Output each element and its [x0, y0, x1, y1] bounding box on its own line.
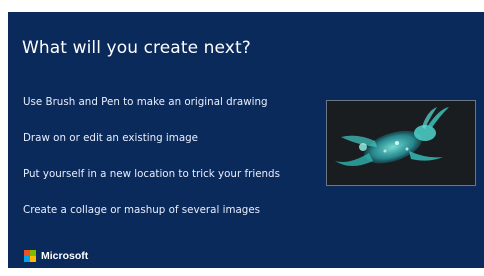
running-rabbit-icon [327, 101, 475, 185]
promo-slide: What will you create next? Use Brush and… [8, 12, 484, 268]
rabbit-artwork-image [326, 100, 476, 186]
screen-frame: What will you create next? Use Brush and… [0, 0, 484, 276]
slide-title: What will you create next? [22, 38, 251, 58]
feature-item-drawing: Use Brush and Pen to make an original dr… [23, 96, 268, 108]
feature-item-collage: Create a collage or mashup of several im… [23, 204, 261, 216]
feature-item-edit-image: Draw on or edit an existing image [23, 132, 199, 144]
microsoft-logo: Microsoft [24, 250, 88, 262]
windows-logo-icon [24, 250, 36, 262]
feature-item-new-location: Put yourself in a new location to trick … [23, 168, 280, 180]
logo-text: Microsoft [41, 250, 89, 262]
feature-list: Use Brush and Pen to make an original dr… [23, 92, 280, 236]
